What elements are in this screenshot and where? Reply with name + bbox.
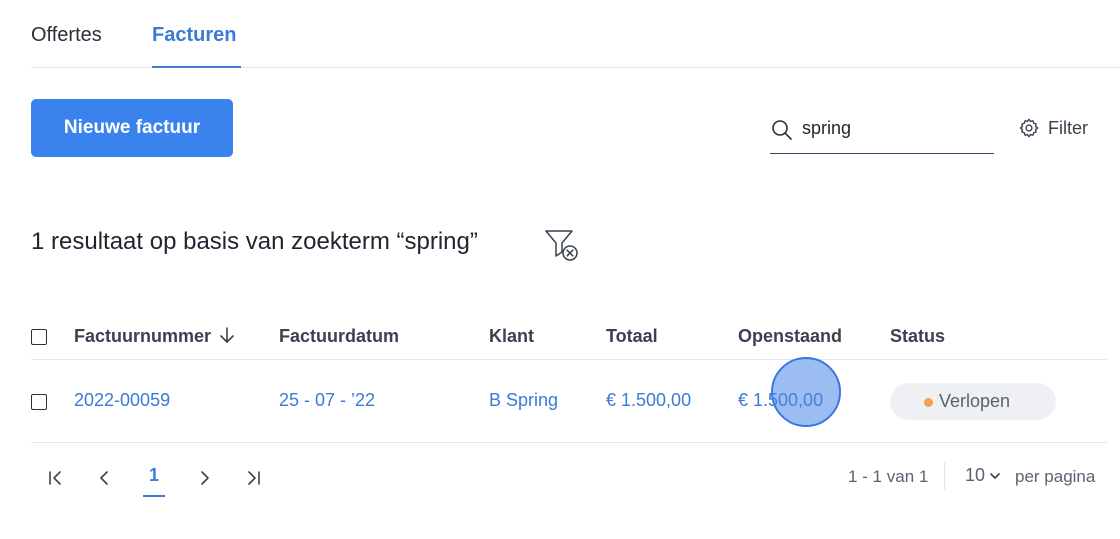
filter-button[interactable]: Filter bbox=[1018, 114, 1088, 142]
gear-icon bbox=[1019, 118, 1039, 138]
search-field[interactable] bbox=[770, 106, 994, 154]
tab-offertes[interactable]: Offertes bbox=[31, 24, 102, 47]
first-page-button[interactable] bbox=[43, 466, 69, 490]
sort-down-arrow-icon bbox=[220, 327, 234, 343]
current-page[interactable]: 1 bbox=[143, 465, 165, 486]
last-page-button[interactable] bbox=[240, 466, 266, 490]
page-range: 1 - 1 van 1 bbox=[848, 467, 929, 486]
status-dot bbox=[924, 398, 933, 407]
outstanding-amount[interactable]: € 1.500,00 bbox=[738, 390, 823, 411]
per-page-label: per pagina bbox=[1015, 467, 1096, 486]
status-badge: Verlopen bbox=[890, 383, 1056, 420]
filter-label: Filter bbox=[1048, 117, 1088, 138]
column-header-factuurnummer[interactable]: Factuurnummer bbox=[74, 326, 235, 347]
column-header-status[interactable]: Status bbox=[890, 326, 945, 347]
column-header-label: Factuurnummer bbox=[74, 326, 212, 346]
tab-bar: Offertes Facturen bbox=[31, 0, 1120, 68]
results-title: 1 resultaat op basis van zoekterm “sprin… bbox=[31, 228, 478, 255]
total-amount[interactable]: € 1.500,00 bbox=[606, 390, 691, 411]
invoice-number-link[interactable]: 2022-00059 bbox=[74, 390, 170, 411]
row-checkbox[interactable] bbox=[31, 394, 47, 410]
column-header-openstaand[interactable]: Openstaand bbox=[738, 326, 842, 347]
invoice-table: Factuurnummer Factuurdatum Klant Totaal … bbox=[31, 312, 1107, 443]
new-invoice-button[interactable]: Nieuwe factuur bbox=[31, 99, 233, 157]
select-all-checkbox[interactable] bbox=[31, 329, 47, 345]
per-page-value: 10 bbox=[965, 465, 986, 485]
pagination: 1 1 - 1 van 1 10 per pagina bbox=[31, 458, 1107, 498]
table-row[interactable]: 2022-00059 25 - 07 - ’22 B Spring € 1.50… bbox=[31, 360, 1107, 443]
prev-page-icon bbox=[100, 471, 108, 485]
column-header-factuurdatum[interactable]: Factuurdatum bbox=[279, 326, 399, 347]
current-page-indicator bbox=[143, 495, 165, 497]
next-page-icon bbox=[201, 471, 209, 485]
chevron-down-icon bbox=[990, 472, 1000, 479]
search-input[interactable] bbox=[802, 115, 988, 141]
last-page-icon bbox=[248, 471, 260, 485]
active-tab-indicator bbox=[152, 66, 241, 68]
table-header: Factuurnummer Factuurdatum Klant Totaal … bbox=[31, 312, 1107, 360]
prev-page-button[interactable] bbox=[92, 466, 118, 490]
clear-filter-icon[interactable] bbox=[543, 228, 581, 262]
client-name[interactable]: B Spring bbox=[489, 390, 558, 411]
divider bbox=[944, 462, 945, 490]
column-header-klant[interactable]: Klant bbox=[489, 326, 534, 347]
search-icon bbox=[772, 120, 792, 140]
invoice-date[interactable]: 25 - 07 - ’22 bbox=[279, 390, 375, 411]
next-page-button[interactable] bbox=[191, 466, 217, 490]
column-header-totaal[interactable]: Totaal bbox=[606, 326, 658, 347]
per-page-select[interactable]: 10 bbox=[965, 465, 1001, 486]
first-page-icon bbox=[49, 471, 61, 485]
status-label: Verlopen bbox=[939, 391, 1011, 411]
tab-facturen[interactable]: Facturen bbox=[152, 24, 236, 47]
